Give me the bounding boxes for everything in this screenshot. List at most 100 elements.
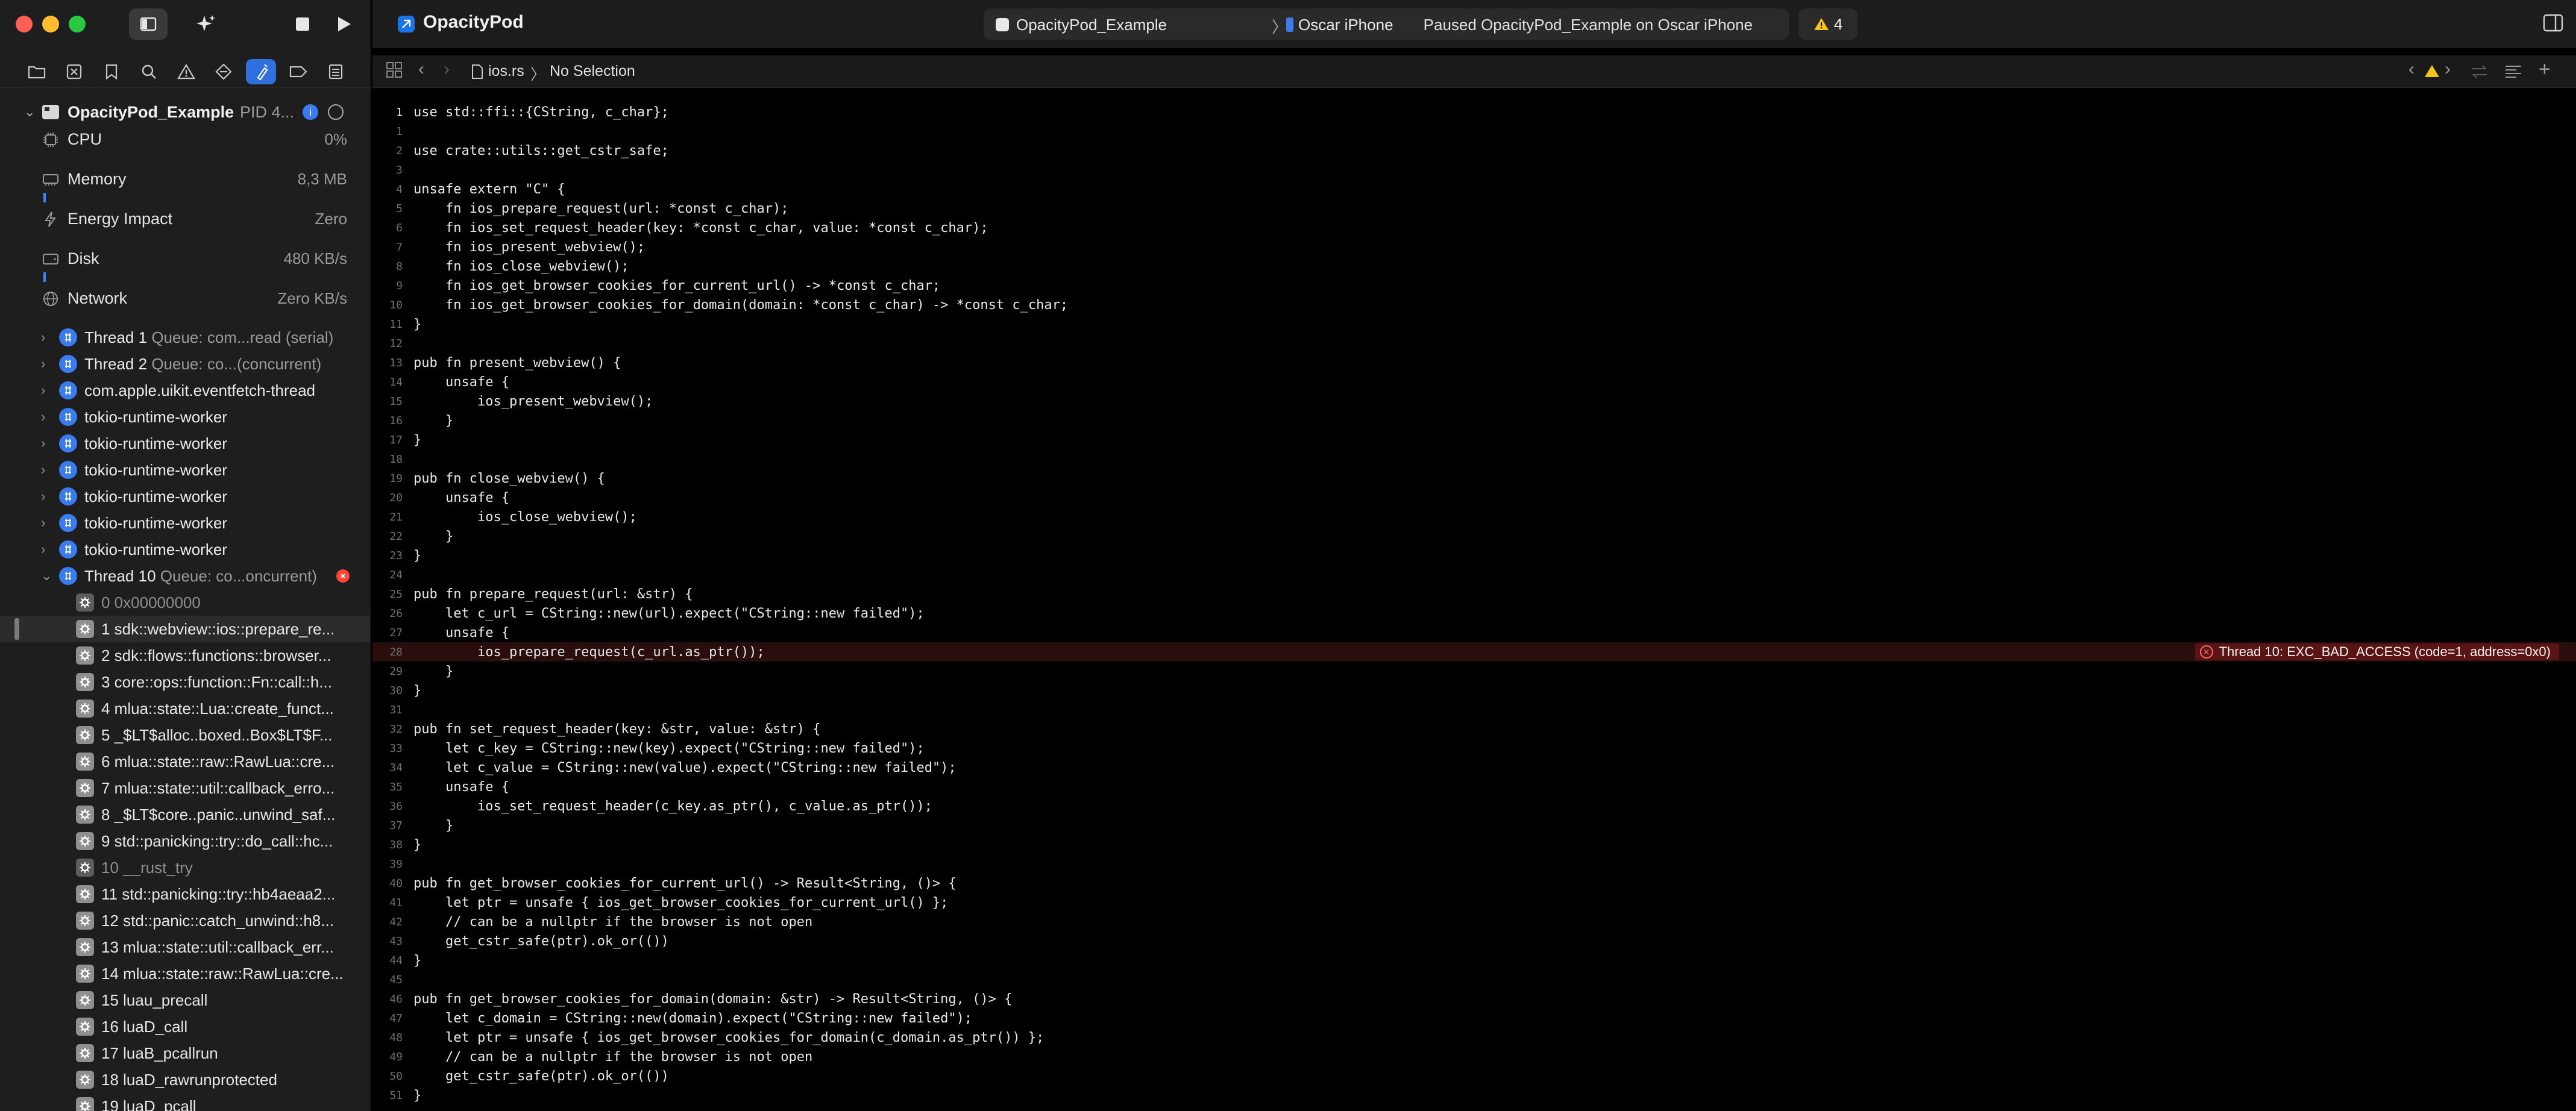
line-number[interactable]: 41 [372, 897, 403, 909]
line-number[interactable]: 1 [372, 106, 403, 119]
code-line[interactable]: 19 pub fn close_webview() { [372, 469, 2576, 488]
jump-bar-file[interactable]: ios.rs [488, 63, 524, 80]
related-items-button[interactable] [385, 60, 404, 83]
stack-frame-row[interactable]: 9 std::panicking::try::do_call::hc... [0, 828, 370, 854]
stack-frame-row[interactable]: 6 mlua::state::raw::RawLua::cre... [0, 748, 370, 775]
code-line[interactable]: 43 get_cstr_safe(ptr).ok_or(()) [372, 931, 2576, 951]
line-number[interactable]: 7 [372, 241, 403, 254]
code-line[interactable]: 34 let c_value = CString::new(value).exp… [372, 758, 2576, 777]
line-number[interactable]: 37 [372, 819, 403, 832]
stack-frame-row[interactable]: 13 mlua::state::util::callback_err... [0, 934, 370, 960]
code-line[interactable]: 31 [372, 700, 2576, 719]
code-line[interactable]: 38} [372, 835, 2576, 854]
stack-frame-row[interactable]: 11 std::panicking::try::hb4aeaa2... [0, 881, 370, 907]
warning-icon[interactable] [2424, 64, 2440, 78]
code-line[interactable]: 32 pub fn set_request_header(key: &str, v… [372, 719, 2576, 739]
code-line[interactable]: 10 fn ios_get_browser_cookies_for_domain… [372, 295, 2576, 315]
line-number[interactable]: 49 [372, 1051, 403, 1063]
thread-row[interactable]: › tokio-runtime-worker [0, 510, 370, 536]
breakpoint-navigator-tab[interactable] [283, 59, 313, 84]
code-line[interactable]: 7 fn ios_present_webview(); [372, 237, 2576, 257]
code-text[interactable]: fn ios_prepare_request(url: *const c_cha… [413, 201, 789, 216]
stack-frame-row[interactable]: 5 _$LT$alloc..boxed..Box$LT$F... [0, 722, 370, 748]
code-text[interactable]: } [413, 683, 421, 698]
line-number[interactable]: 9 [372, 280, 403, 292]
find-navigator-tab[interactable] [134, 59, 164, 84]
code-text[interactable]: } [413, 529, 453, 544]
code-text[interactable]: // can be a nullptr if the browser is no… [413, 1050, 812, 1065]
code-line[interactable]: 27 unsafe { [372, 623, 2576, 642]
stack-frame-row[interactable]: 16 luaD_call [0, 1013, 370, 1040]
line-number[interactable]: 30 [372, 684, 403, 697]
toggle-navigator-button[interactable] [129, 8, 168, 40]
process-row[interactable]: ⌄ OpacityPod_Example PID 4... i [0, 100, 370, 124]
code-text[interactable]: pub fn prepare_request(url: &str) { [413, 587, 693, 602]
stack-frame-row[interactable]: 1 sdk::webview::ios::prepare_re... [0, 616, 370, 642]
code-line[interactable]: 37 } [372, 816, 2576, 835]
code-line[interactable]: 21 ios_close_webview(); [372, 507, 2576, 527]
line-number[interactable]: 4 [372, 183, 403, 196]
code-line[interactable]: 40 pub fn get_browser_cookies_for_current… [372, 874, 2576, 893]
code-line[interactable]: 41 let ptr = unsafe { ios_get_browser_co… [372, 893, 2576, 912]
line-number[interactable]: 27 [372, 627, 403, 639]
code-text[interactable]: let c_key = CString::new(key).expect("CS… [413, 741, 925, 756]
code-line[interactable]: 18 [372, 449, 2576, 469]
thread-row[interactable]: › tokio-runtime-worker [0, 457, 370, 483]
run-destination[interactable]: Oscar iPhone [1298, 16, 1393, 34]
thread-row[interactable]: › Thread 1 Queue: com...read (serial) [0, 324, 370, 351]
code-text[interactable]: fn ios_set_request_header(key: *const c_… [413, 221, 988, 236]
minimize-window-button[interactable] [42, 16, 59, 33]
test-navigator-tab[interactable] [209, 59, 239, 84]
code-line[interactable]: 1 [372, 122, 2576, 141]
code-text[interactable]: let ptr = unsafe { ios_get_browser_cooki… [413, 895, 948, 910]
code-line[interactable]: 39 [372, 854, 2576, 874]
code-text[interactable]: } [413, 664, 453, 679]
report-navigator-tab[interactable] [321, 59, 351, 84]
code-line[interactable]: 8 fn ios_close_webview(); [372, 257, 2576, 276]
line-number[interactable]: 42 [372, 916, 403, 928]
code-line[interactable]: 1 use std::ffi::{CString, c_char}; [372, 102, 2576, 122]
stack-frame-row[interactable]: 19 luaD_pcall [0, 1093, 370, 1111]
code-line[interactable]: 42 // can be a nullptr if the browser is… [372, 912, 2576, 931]
gauge-network[interactable]: Network Zero KB/s [0, 283, 370, 319]
line-number[interactable]: 14 [372, 376, 403, 389]
code-text[interactable]: } [413, 317, 421, 332]
code-line[interactable]: 12 [372, 334, 2576, 353]
chevron-right-icon[interactable]: › [41, 489, 45, 504]
code-text[interactable]: } [413, 837, 421, 853]
line-number[interactable]: 25 [372, 588, 403, 601]
code-text[interactable]: pub fn get_browser_cookies_for_domain(do… [413, 992, 1012, 1007]
code-text[interactable]: unsafe extern "C" { [413, 182, 565, 197]
line-number[interactable]: 17 [372, 434, 403, 446]
stack-frame-row[interactable]: 7 mlua::state::util::callback_erro... [0, 775, 370, 801]
stack-frame-row[interactable]: 10 __rust_try [0, 854, 370, 881]
line-number[interactable]: 50 [372, 1070, 403, 1083]
run-button[interactable] [324, 8, 363, 40]
forward-chevron-icon[interactable]: › [444, 59, 450, 80]
scheme-target[interactable]: OpacityPod_Example [1016, 16, 1167, 34]
line-number[interactable]: 23 [372, 549, 403, 562]
code-text[interactable]: unsafe { [413, 490, 509, 505]
line-number[interactable]: 3 [372, 164, 403, 177]
code-line[interactable]: 28 ios_prepare_request(c_url.as_ptr()); ✕… [372, 642, 2576, 662]
line-number[interactable]: 19 [372, 472, 403, 485]
gauge-memory[interactable]: Memory 8,3 MB [0, 164, 370, 202]
jump-bar-selection[interactable]: No Selection [550, 63, 635, 80]
code-line[interactable]: 44} [372, 951, 2576, 970]
code-line[interactable]: 13 pub fn present_webview() { [372, 353, 2576, 372]
code-text[interactable]: pub fn close_webview() { [413, 471, 605, 486]
chevron-down-icon[interactable]: ⌄ [41, 568, 52, 584]
code-text[interactable]: } [413, 548, 421, 563]
line-number[interactable]: 18 [372, 453, 403, 466]
code-text[interactable]: fn ios_get_browser_cookies_for_current_u… [413, 278, 940, 293]
thread-row[interactable]: › Thread 2 Queue: co...(concurrent) [0, 351, 370, 377]
code-line[interactable]: 3 [372, 160, 2576, 180]
code-line[interactable]: 49 // can be a nullptr if the browser is… [372, 1047, 2576, 1066]
line-number[interactable]: 2 [372, 145, 403, 157]
line-number[interactable]: 11 [372, 318, 403, 331]
previous-issue-icon[interactable]: ‹ [2408, 59, 2414, 80]
source-editor[interactable]: 1 use std::ffi::{CString, c_char}; 1 2 use c… [372, 102, 2576, 1111]
code-line[interactable]: 4 unsafe extern "C" { [372, 180, 2576, 199]
line-number[interactable]: 10 [372, 299, 403, 311]
line-number[interactable]: 45 [372, 974, 403, 986]
